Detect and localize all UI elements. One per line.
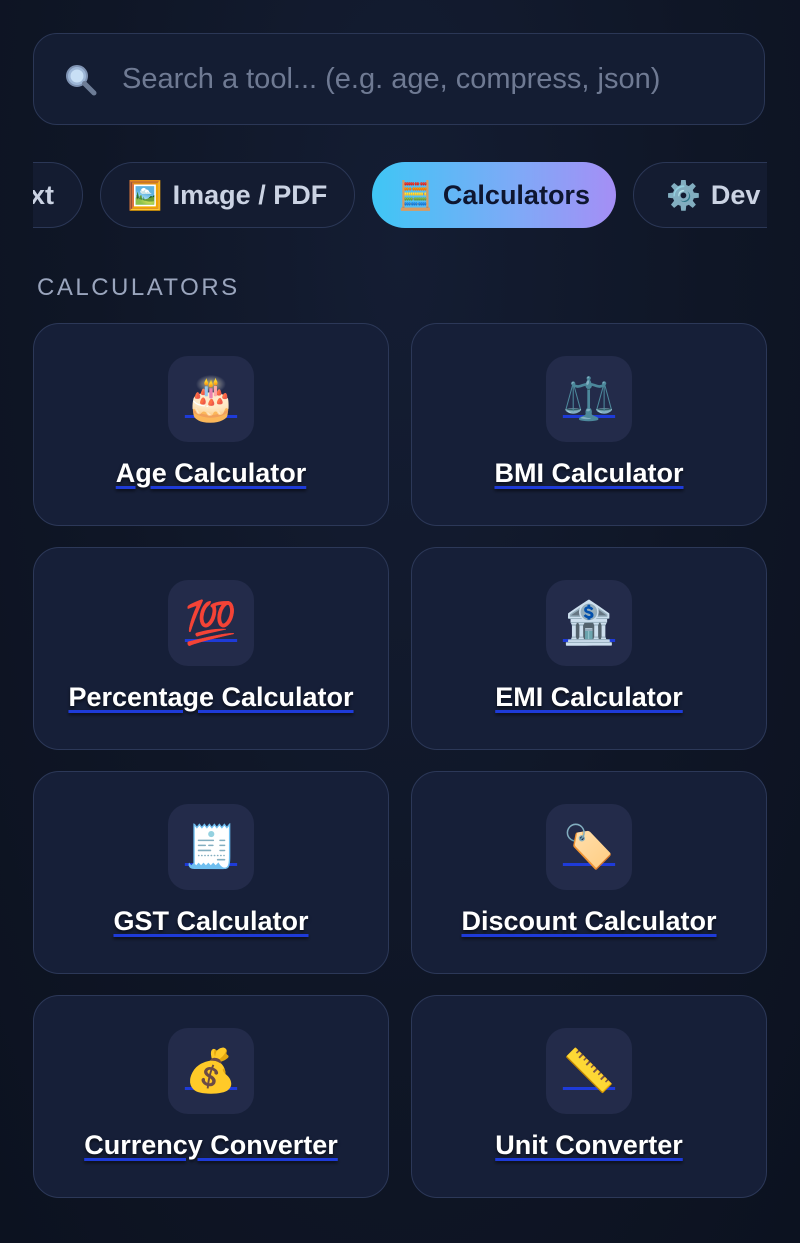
tab-label: xt (33, 179, 54, 210)
icon-glyph: ⚖️ (562, 375, 616, 422)
framed-picture-icon: 🖼️ (127, 179, 163, 211)
icon-glyph: 🧾 (184, 823, 238, 870)
ruler-icon: 📏 (546, 1028, 632, 1114)
tool-card-label: BMI Calculator (494, 458, 684, 488)
tool-card-unit-converter[interactable]: 📏 Unit Converter (411, 995, 767, 1198)
icon-glyph: 📏 (562, 1047, 616, 1094)
tab-label: Image / PDF (172, 179, 328, 210)
money-bag-icon: 💰 (168, 1028, 254, 1114)
search-bar[interactable] (33, 33, 765, 125)
gear-icon: ⚙️ (666, 179, 701, 211)
tab-dev[interactable]: ⚙️ Dev & (633, 162, 767, 228)
tool-card-label: Percentage Calculator (68, 682, 354, 712)
tool-card-age-calculator[interactable]: 🎂 Age Calculator (33, 323, 389, 526)
search-icon (62, 61, 98, 97)
balance-scale-icon: ⚖️ (546, 356, 632, 442)
tool-card-label: EMI Calculator (495, 682, 683, 712)
birthday-cake-icon: 🎂 (168, 356, 254, 442)
section-title: CALCULATORS (37, 274, 240, 301)
icon-glyph: 🏦 (562, 599, 616, 646)
tab-text[interactable]: xt (33, 162, 83, 228)
tool-card-percentage-calculator[interactable]: 💯 Percentage Calculator (33, 547, 389, 750)
tool-card-gst-calculator[interactable]: 🧾 GST Calculator (33, 771, 389, 974)
tool-card-bmi-calculator[interactable]: ⚖️ BMI Calculator (411, 323, 767, 526)
tool-card-label: Discount Calculator (461, 906, 717, 936)
tool-card-label: Age Calculator (115, 458, 307, 488)
tool-card-currency-converter[interactable]: 💰 Currency Converter (33, 995, 389, 1198)
icon-glyph: 🏷️ (562, 823, 616, 870)
tab-label: Dev & (710, 179, 767, 210)
category-tabs[interactable]: xt 🖼️ Image / PDF 🧮 Calculators ⚙️ Dev & (33, 162, 767, 230)
search-input[interactable] (122, 62, 740, 96)
icon-glyph: 💰 (184, 1047, 238, 1094)
icon-glyph: 💯 (184, 599, 238, 646)
tool-card-label: GST Calculator (113, 906, 309, 936)
tool-card-label: Currency Converter (84, 1130, 338, 1160)
bank-icon: 🏦 (546, 580, 632, 666)
tab-image-pdf[interactable]: 🖼️ Image / PDF (100, 162, 355, 228)
icon-glyph: 🎂 (184, 375, 238, 422)
receipt-icon: 🧾 (168, 804, 254, 890)
tool-card-label: Unit Converter (495, 1130, 683, 1160)
tool-card-emi-calculator[interactable]: 🏦 EMI Calculator (411, 547, 767, 750)
tool-card-discount-calculator[interactable]: 🏷️ Discount Calculator (411, 771, 767, 974)
hundred-points-icon: 💯 (168, 580, 254, 666)
tab-label: Calculators (442, 179, 590, 210)
tab-calculators[interactable]: 🧮 Calculators (372, 162, 616, 228)
price-tag-icon: 🏷️ (546, 804, 632, 890)
abacus-icon: 🧮 (398, 179, 433, 211)
